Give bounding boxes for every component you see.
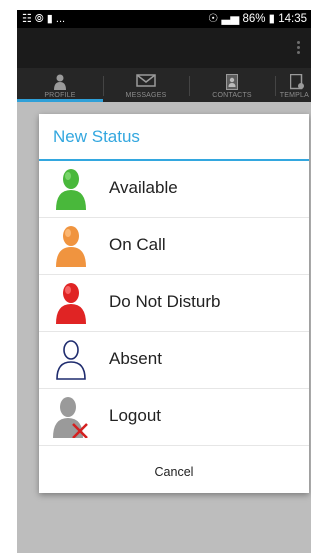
envelope-icon [136, 74, 156, 87]
tab-templates[interactable]: TEMPLA [275, 68, 311, 102]
person-red-icon [56, 283, 86, 324]
status-option-label: Do Not Disturb [109, 292, 221, 311]
new-status-dialog: New Status Available On Call Do Not Dist… [39, 114, 309, 493]
status-right: ☉ ▃▅ 86% ▮ 14:35 [208, 10, 307, 28]
tab-profile[interactable]: PROFILE [17, 68, 103, 102]
status-option-label: Available [109, 178, 178, 197]
notification-icons: ☷ ⦾ ▮ ... [22, 13, 66, 25]
phone-screen: ☷ ⦾ ▮ ... ☉ ▃▅ 86% ▮ 14:35 PROFILE MESSA… [17, 10, 311, 553]
tab-messages[interactable]: MESSAGES [103, 68, 189, 102]
cancel-button[interactable]: Cancel [39, 451, 309, 493]
tab-profile-label: PROFILE [44, 92, 76, 99]
person-orange-icon [56, 226, 86, 267]
status-bar: ☷ ⦾ ▮ ... ☉ ▃▅ 86% ▮ 14:35 [17, 10, 311, 28]
tab-contacts-label: CONTACTS [212, 92, 252, 99]
battery-percent: 86% [242, 13, 266, 25]
tab-bar: PROFILE MESSAGES CONTACTS TEMPLA [17, 68, 311, 102]
status-option-label: Absent [109, 349, 162, 368]
tab-indicator [17, 99, 103, 102]
dialog-title: New Status [53, 127, 140, 146]
status-option-label: Logout [109, 406, 161, 425]
battery-icon: ▮ [268, 13, 276, 25]
status-option-logout[interactable]: Logout [39, 389, 309, 446]
signal-icon: ▃▅ [221, 13, 240, 25]
tab-contacts[interactable]: CONTACTS [189, 68, 275, 102]
overflow-menu-icon[interactable] [297, 41, 301, 57]
clock: 14:35 [278, 13, 307, 25]
status-option-label: On Call [109, 235, 166, 254]
person-green-icon [56, 169, 86, 210]
wifi-icon: ☉ [208, 13, 219, 25]
app-bar [17, 28, 311, 68]
person-grey-x-icon [53, 397, 88, 438]
tab-messages-label: MESSAGES [125, 92, 167, 99]
person-icon [54, 74, 66, 90]
contacts-icon [226, 74, 238, 90]
status-option-do-not-disturb[interactable]: Do Not Disturb [39, 275, 309, 332]
templates-icon [290, 74, 305, 90]
status-option-on-call[interactable]: On Call [39, 218, 309, 275]
person-outline-icon [56, 340, 86, 380]
tab-templates-label: TEMPLA [279, 92, 309, 99]
status-option-absent[interactable]: Absent [39, 332, 309, 389]
status-option-available[interactable]: Available [39, 161, 309, 218]
